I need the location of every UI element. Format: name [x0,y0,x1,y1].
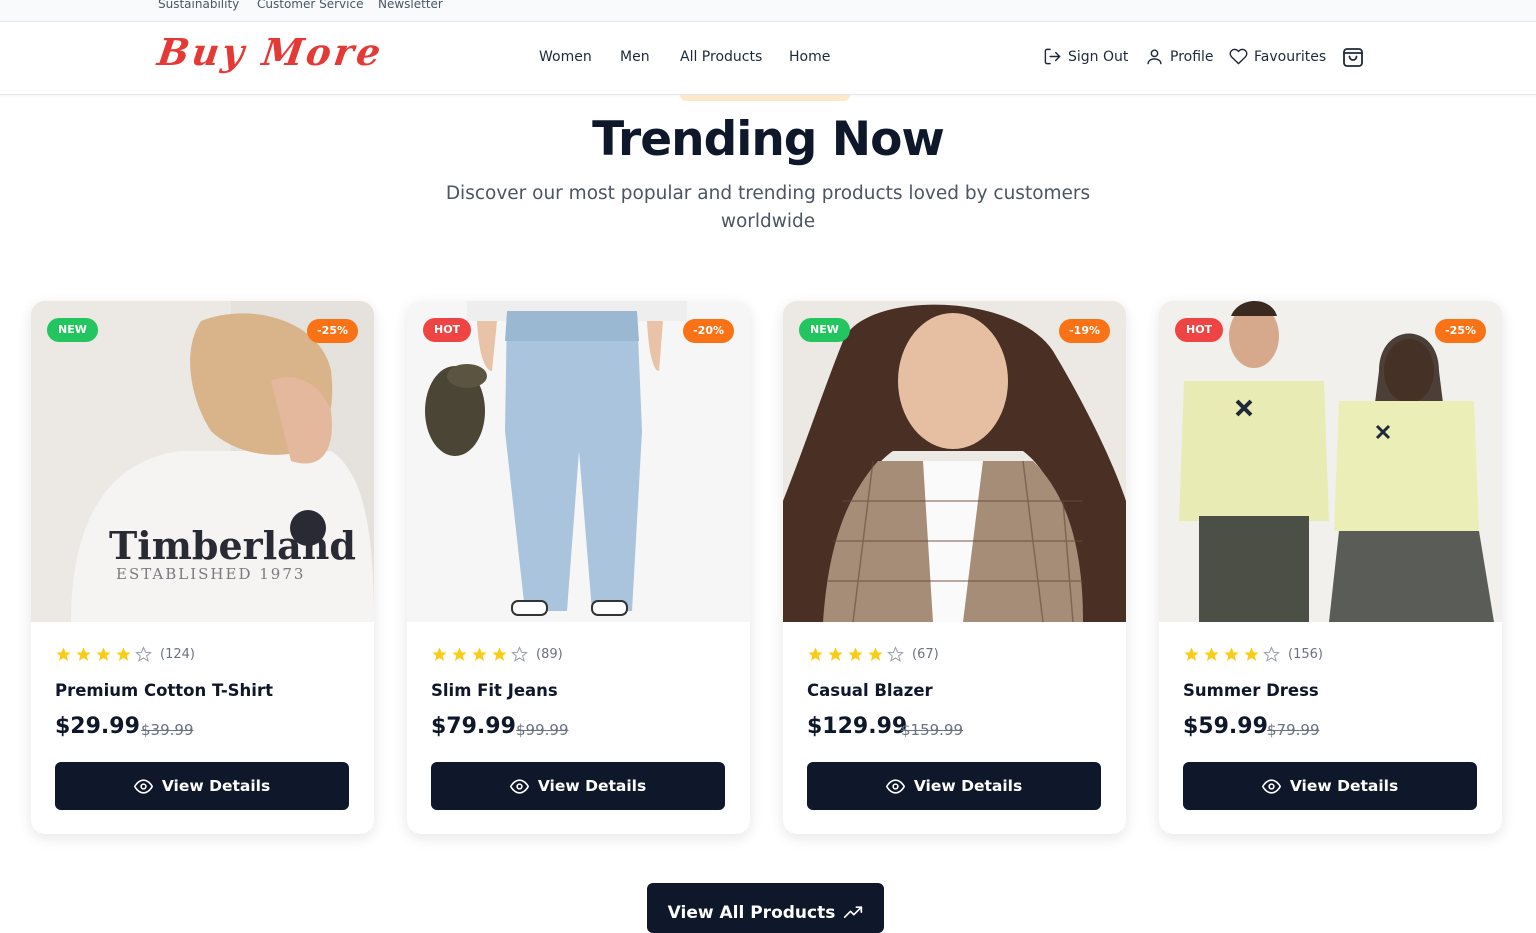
product-card[interactable]: Timberland ESTABLISHED 1973 NEW -25% (12… [31,301,374,834]
product-price: $29.99 [55,714,140,739]
eye-icon [885,778,905,794]
heart-icon [1229,48,1248,65]
rating-stars: (156) [1183,646,1323,663]
star-filled-icon [1204,647,1219,661]
product-image[interactable]: HOT -20% [407,301,750,622]
review-count: (67) [912,647,939,662]
section-tag [680,95,850,101]
favourites-button[interactable]: Favourites [1229,47,1326,66]
view-all-products-button[interactable]: View All Products [647,883,884,933]
user-icon [1147,49,1162,65]
star-empty-icon [887,646,904,663]
view-all-label: View All Products [667,903,836,923]
star-filled-icon [868,647,883,661]
star-filled-icon [472,647,487,661]
product-price: $129.99 [807,714,908,739]
utility-bar: Sustainability Customer Service Newslett… [0,0,1536,22]
view-details-button[interactable]: View Details [807,762,1101,810]
sign-out-button[interactable]: Sign Out [1043,47,1128,66]
sign-out-label: Sign Out [1068,48,1129,65]
discount-badge: -25% [307,319,358,343]
review-count: (89) [536,647,563,662]
discount-badge: -25% [1435,319,1486,343]
product-card[interactable]: NEW -19% (67) Casual Blazer $129.99 $159… [783,301,1126,834]
rating-stars: (67) [807,646,939,663]
sign-out-icon [1044,48,1061,65]
star-filled-icon [808,647,823,661]
view-details-button[interactable]: View Details [431,762,725,810]
hot-badge: HOT [1175,318,1224,342]
view-details-button[interactable]: View Details [55,762,349,810]
product-image[interactable]: NEW -19% [783,301,1126,622]
profile-button[interactable]: Profile [1145,47,1214,66]
view-details-label: View Details [1289,777,1399,795]
star-filled-icon [828,647,843,661]
rating-stars: (89) [431,646,563,663]
discount-badge: -20% [683,319,734,343]
product-price: $79.99 [431,714,516,739]
star-filled-icon [1244,647,1259,661]
view-details-label: View Details [537,777,647,795]
star-filled-icon [492,647,507,661]
view-details-label: View Details [161,777,271,795]
product-name[interactable]: Summer Dress [1183,681,1319,700]
review-count: (156) [1288,647,1323,662]
newsletter-link[interactable]: Newsletter [378,0,443,11]
customer-service-link[interactable]: Customer Service [257,0,363,11]
product-card[interactable]: HOT -20% (89) Slim Fit Jeans $79.99 $99.… [407,301,750,834]
hot-badge: HOT [423,318,472,342]
star-filled-icon [96,647,111,661]
star-filled-icon [116,647,131,661]
new-badge: NEW [799,318,850,342]
profile-label: Profile [1170,48,1214,65]
star-empty-icon [511,646,528,663]
view-details-button[interactable]: View Details [1183,762,1477,810]
site-header: Buy More Women Men All Products Home Sig… [0,22,1536,95]
shopping-bag-icon[interactable] [1341,45,1365,69]
star-filled-icon [56,647,71,661]
view-details-label: View Details [913,777,1023,795]
product-price: $59.99 [1183,714,1268,739]
nav-home[interactable]: Home [789,49,830,65]
sustainability-link[interactable]: Sustainability [158,0,239,11]
original-price: $79.99 [1267,721,1320,739]
discount-badge: -19% [1059,319,1110,343]
nav-all-products[interactable]: All Products [680,49,762,65]
product-name[interactable]: Slim Fit Jeans [431,681,558,700]
nav-women[interactable]: Women [539,49,592,65]
photo-established-text: ESTABLISHED 1973 [116,565,305,583]
new-badge: NEW [47,318,98,342]
rating-stars: (124) [55,646,195,663]
product-image[interactable]: Timberland ESTABLISHED 1973 NEW -25% [31,301,374,622]
star-filled-icon [76,647,91,661]
nav-men[interactable]: Men [620,49,650,65]
product-card[interactable]: HOT -25% (156) Summer Dress $59.99 $79.9… [1159,301,1502,834]
section-title: Trending Now [592,112,945,167]
section-subtitle: Discover our most popular and trending p… [445,183,1091,232]
product-name[interactable]: Premium Cotton T-Shirt [55,681,273,700]
star-filled-icon [848,647,863,661]
eye-icon [509,778,529,794]
original-price: $39.99 [141,721,194,739]
product-name[interactable]: Casual Blazer [807,681,933,700]
star-filled-icon [1224,647,1239,661]
review-count: (124) [160,647,195,662]
eye-icon [133,778,153,794]
site-logo[interactable]: Buy More [155,30,386,74]
star-empty-icon [1263,646,1280,663]
eye-icon [1261,778,1281,794]
original-price: $159.99 [901,721,964,739]
star-empty-icon [135,646,152,663]
favourites-label: Favourites [1254,48,1327,65]
star-filled-icon [1184,647,1199,661]
trending-up-icon [844,906,863,918]
star-filled-icon [452,647,467,661]
star-filled-icon [432,647,447,661]
product-image[interactable]: HOT -25% [1159,301,1502,622]
original-price: $99.99 [516,721,569,739]
